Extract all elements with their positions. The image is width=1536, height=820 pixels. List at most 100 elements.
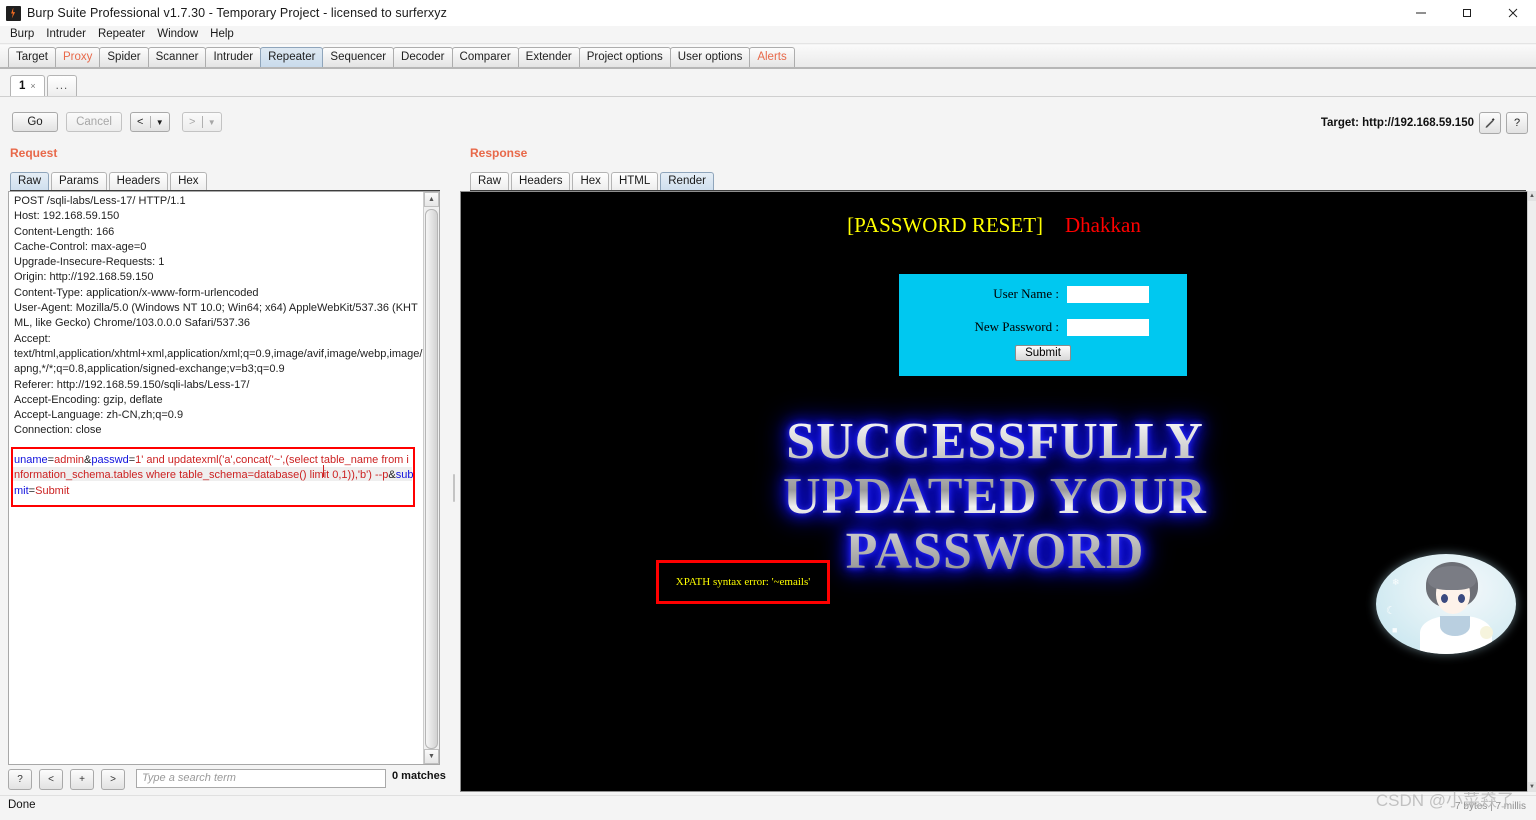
menu-item-burp[interactable]: Burp <box>4 26 40 43</box>
menu-item-help[interactable]: Help <box>204 26 240 43</box>
response-tab-headers[interactable]: Headers <box>511 172 571 190</box>
window-title: Burp Suite Professional v1.7.30 - Tempor… <box>27 6 447 20</box>
tab-scanner[interactable]: Scanner <box>147 47 207 67</box>
response-editor-tabs: Raw Headers Hex HTML Render <box>470 170 1526 193</box>
target-label: Target: http://192.168.59.150 <box>1320 117 1474 129</box>
search-help-button[interactable]: ? <box>8 769 32 790</box>
username-row: User Name : <box>899 281 1187 307</box>
text-caret <box>323 465 324 477</box>
username-input[interactable] <box>1067 285 1149 303</box>
body-value-submit: Submit <box>35 484 70 497</box>
repeater-tab-1[interactable]: 1 × <box>10 75 45 96</box>
close-icon[interactable]: × <box>30 76 35 96</box>
username-label: User Name : <box>993 286 1059 301</box>
chevron-down-icon: ▼ <box>207 117 216 127</box>
panel-split-divider[interactable] <box>450 191 458 765</box>
tab-decoder[interactable]: Decoder <box>393 47 453 67</box>
tab-comparer[interactable]: Comparer <box>451 47 519 67</box>
avatar-collar <box>1440 616 1470 636</box>
tab-alerts[interactable]: Alerts <box>749 47 795 67</box>
cancel-button: Cancel <box>66 112 122 132</box>
request-heading: Request <box>10 146 58 160</box>
tab-extender[interactable]: Extender <box>517 47 580 67</box>
scroll-down-icon[interactable]: ▼ <box>1528 782 1536 792</box>
rendered-page-title: [PASSWORD RESET] Dhakkan <box>461 213 1527 238</box>
moon-icon: ☾ <box>1386 605 1396 617</box>
xpath-error-text: XPATH syntax error: '~emails' <box>675 576 811 588</box>
search-next-button[interactable]: > <box>101 769 125 790</box>
scroll-down-icon[interactable]: ▼ <box>424 749 439 764</box>
request-scrollbar[interactable]: ▲ ▼ <box>423 192 439 764</box>
avatar-flower <box>1480 626 1493 639</box>
tab-spider[interactable]: Spider <box>99 47 149 67</box>
response-heading: Response <box>470 146 528 160</box>
burp-suite-window: Burp Suite Professional v1.7.30 - Tempor… <box>0 0 1536 820</box>
tab-target[interactable]: Target <box>8 47 56 67</box>
request-headers-text: POST /sqli-labs/Less-17/ HTTP/1.1 Host: … <box>14 195 423 437</box>
tab-proxy[interactable]: Proxy <box>54 47 101 67</box>
minimize-icon[interactable] <box>1398 0 1444 26</box>
question-icon[interactable]: ? <box>1506 112 1528 134</box>
password-reset-form: User Name : New Password : Submit <box>899 274 1187 376</box>
response-tab-render[interactable]: Render <box>660 172 714 190</box>
scroll-up-icon[interactable]: ▲ <box>424 192 439 207</box>
status-bar: Done 7 bytes | 7 millis <box>0 795 1536 820</box>
new-password-label: New Password : <box>974 319 1060 334</box>
chevron-left-icon: < <box>137 116 144 128</box>
tab-repeater[interactable]: Repeater <box>260 47 324 67</box>
main-tab-strip: Target Proxy Spider Scanner Intruder Rep… <box>0 45 1536 69</box>
submit-button[interactable]: Submit <box>1015 345 1071 361</box>
anime-girl-avatar: ❄ ☾ ■ <box>1376 554 1516 654</box>
search-input[interactable]: Type a search term <box>136 769 386 788</box>
search-prev-button[interactable]: < <box>39 769 63 790</box>
response-tab-raw[interactable]: Raw <box>470 172 510 190</box>
new-password-input[interactable] <box>1067 318 1149 336</box>
request-editor-tabs: Raw Params Headers Hex <box>10 170 440 193</box>
request-tab-raw[interactable]: Raw <box>10 172 50 190</box>
repeater-tab-label: 1 <box>19 80 26 92</box>
repeater-tab-strip: 1 × ... <box>0 71 1536 97</box>
decoration-icon: ❄ <box>1392 577 1400 587</box>
request-tab-params[interactable]: Params <box>51 172 107 190</box>
maximize-icon[interactable] <box>1444 0 1490 26</box>
repeater-tab-new[interactable]: ... <box>46 75 78 96</box>
tab-sequencer[interactable]: Sequencer <box>322 47 395 67</box>
scroll-up-icon[interactable]: ▲ <box>1528 191 1536 201</box>
author-title: Dhakkan <box>1065 213 1141 237</box>
previous-request-button[interactable]: < ▼ <box>130 112 170 132</box>
password-reset-title: [PASSWORD RESET] <box>847 213 1044 237</box>
target-area: Target: http://192.168.59.150 ? <box>1321 112 1528 134</box>
menu-item-repeater[interactable]: Repeater <box>92 26 151 43</box>
request-tab-headers[interactable]: Headers <box>108 172 169 190</box>
menu-bar: Burp Intruder Repeater Window Help <box>0 26 1536 44</box>
close-icon[interactable] <box>1490 0 1536 26</box>
pencil-icon[interactable] <box>1479 112 1501 134</box>
chevron-right-icon: > <box>189 116 196 128</box>
success-message: SUCCESSFULLY UPDATED YOUR PASSWORD <box>461 414 1527 579</box>
tab-project-options[interactable]: Project options <box>578 47 671 67</box>
response-stats: 7 bytes | 7 millis <box>1455 801 1526 812</box>
menu-item-intruder[interactable]: Intruder <box>40 26 92 43</box>
password-row: New Password : <box>899 314 1187 340</box>
response-tab-hex[interactable]: Hex <box>572 172 609 190</box>
window-controls <box>1398 0 1536 26</box>
request-tab-hex[interactable]: Hex <box>170 172 207 190</box>
shirt-icon: ■ <box>1392 625 1398 635</box>
xpath-error-box: XPATH syntax error: '~emails' <box>656 560 830 604</box>
response-tab-html[interactable]: HTML <box>610 172 659 190</box>
request-editor[interactable]: POST /sqli-labs/Less-17/ HTTP/1.1 Host: … <box>8 191 440 765</box>
body-value-uname: admin <box>54 454 85 466</box>
next-request-button[interactable]: > ▼ <box>182 112 222 132</box>
response-scrollbar[interactable]: ▲ ▼ <box>1527 191 1536 792</box>
search-add-button[interactable]: + <box>70 769 94 790</box>
go-button[interactable]: Go <box>12 112 58 132</box>
menu-item-window[interactable]: Window <box>151 26 204 43</box>
response-render-area: [PASSWORD RESET] Dhakkan User Name : New … <box>460 191 1528 792</box>
submit-row: Submit <box>899 345 1187 361</box>
scroll-thumb[interactable] <box>425 209 438 749</box>
tab-user-options[interactable]: User options <box>669 47 751 67</box>
repeater-action-bar: Go Cancel < ▼ > ▼ Target: http://192.168… <box>0 108 1536 140</box>
ampersand: & <box>388 469 396 482</box>
body-param-passwd: passwd <box>91 454 129 466</box>
tab-intruder[interactable]: Intruder <box>205 47 262 67</box>
